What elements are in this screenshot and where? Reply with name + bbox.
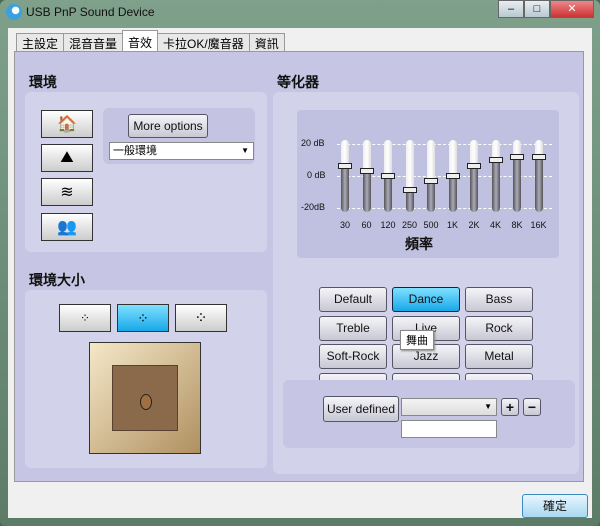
eq-slider-fill	[534, 156, 543, 212]
size-small-button[interactable]: ⁘	[59, 304, 111, 332]
eq-slider-fill	[362, 171, 371, 212]
eq-slider-fill	[448, 176, 457, 212]
eq-slider-fill	[341, 166, 349, 212]
tab-main-settings[interactable]: 主設定	[16, 33, 65, 51]
size-medium-button[interactable]: ⁘	[117, 304, 169, 332]
eq-slider-knob[interactable]	[531, 153, 546, 160]
eq-slider-fill	[491, 160, 500, 212]
app-icon	[6, 4, 22, 20]
equalizer-heading: 等化器	[277, 74, 319, 90]
eq-slider-knob[interactable]	[424, 177, 438, 184]
preset-dance-button[interactable]: Dance	[392, 287, 460, 312]
eq-slider-fill	[470, 166, 478, 212]
more-options-button[interactable]: More options	[128, 114, 208, 138]
environment-select[interactable]: 一般環境 ▼	[109, 142, 254, 160]
eq-slider-fill	[513, 156, 521, 212]
room-floor	[112, 365, 178, 431]
window: USB PnP Sound Device – □ ✕ 主設定 混音音量 音效 卡…	[0, 0, 600, 526]
frequency-tick-label: 120	[380, 220, 396, 230]
eq-slider-knob[interactable]	[381, 173, 395, 179]
tooltip: 舞曲	[400, 330, 434, 350]
eq-slider-knob[interactable]	[510, 153, 524, 160]
close-button[interactable]: ✕	[550, 0, 594, 18]
eq-slider-knob[interactable]	[402, 187, 417, 194]
tab-bar: 主設定 混音音量 音效 卡拉OK/魔音器 資訊	[16, 30, 285, 51]
frequency-tick-label: 8K	[511, 220, 523, 230]
eq-slider-knob[interactable]	[467, 163, 481, 170]
frequency-tick-label: 500	[423, 220, 439, 230]
eq-slider-fill	[384, 176, 392, 212]
ok-button[interactable]: 確定	[522, 494, 588, 518]
minimize-button[interactable]: –	[498, 0, 524, 18]
preset-rock-button[interactable]: Rock	[465, 315, 533, 341]
tab-info[interactable]: 資訊	[248, 33, 285, 51]
db-label-zero: 0	[307, 170, 313, 180]
preset-metal-button[interactable]: Metal	[465, 344, 533, 369]
frequency-tick-label: 250	[401, 220, 418, 230]
equalizer-panel: 20 dB 0 dB -20dB 頻率 30 60 120 250 500 1K 2K 4K 8…	[297, 110, 559, 258]
eq-slider-fill	[427, 180, 435, 212]
size-large-button[interactable]: ⁘	[175, 304, 227, 332]
maximize-button[interactable]: □	[524, 0, 550, 18]
tab-effects[interactable]: 音效	[122, 30, 159, 51]
preset-bass-button[interactable]: Bass	[465, 287, 533, 312]
effects-page: 環境 🏠 ⛰ ≋ 👥 More options 一般環境 ▼ 環境大小 ⁘ ⁘ ⁘…	[14, 51, 584, 482]
room-people-icon[interactable]: 👥	[41, 213, 93, 241]
eq-slider-knob[interactable]	[445, 173, 460, 179]
preset-default-button[interactable]: Default	[319, 287, 387, 312]
house-icon[interactable]: 🏠	[41, 110, 93, 138]
opera-house-icon[interactable]: ⛰	[41, 144, 93, 172]
db-unit: dB	[313, 138, 325, 148]
frequency-tick-label: 1K	[446, 220, 458, 230]
user-preset-select[interactable]: ▼	[401, 398, 497, 416]
eq-slider-knob[interactable]	[338, 163, 352, 170]
environment-select-value: 一般環境	[113, 145, 157, 157]
preset-soft-rock-button[interactable]: Soft-Rock	[319, 344, 387, 369]
eq-slider-knob[interactable]	[359, 168, 374, 175]
room-preview	[89, 342, 201, 454]
preset-name-input[interactable]	[401, 420, 497, 438]
eq-slider-fill	[405, 190, 414, 212]
tab-mixer[interactable]: 混音音量	[63, 33, 124, 51]
underwater-icon[interactable]: ≋	[41, 178, 93, 206]
frequency-tick-label: 60	[361, 220, 372, 230]
db-label-max: 20	[301, 138, 312, 148]
db-label-min: -20	[301, 202, 315, 212]
frequency-tick-label: 30	[339, 220, 350, 230]
frequency-tick-label: 4K	[489, 220, 501, 230]
db-unit: dB	[314, 170, 326, 180]
tab-karaoke[interactable]: 卡拉OK/魔音器	[157, 33, 250, 51]
environment-size-heading: 環境大小	[29, 272, 85, 288]
db-unit: dB	[314, 202, 326, 212]
client-area: 主設定 混音音量 音效 卡拉OK/魔音器 資訊 環境 🏠 ⛰ ≋ 👥 More …	[8, 28, 592, 518]
frequency-tick-label: 2K	[468, 220, 480, 230]
frequency-label: 頻率	[405, 236, 433, 252]
remove-preset-button[interactable]: −	[523, 398, 541, 416]
frequency-tick-label: 16K	[530, 220, 547, 230]
chevron-down-icon: ▼	[241, 146, 249, 155]
preset-treble-button[interactable]: Treble	[319, 315, 387, 341]
chevron-down-icon: ▼	[484, 402, 492, 411]
eq-slider-knob[interactable]	[488, 157, 503, 163]
listener-icon	[140, 394, 152, 410]
window-title: USB PnP Sound Device	[26, 5, 155, 19]
environment-heading: 環境	[29, 74, 57, 90]
user-defined-button[interactable]: User defined	[323, 396, 399, 422]
add-preset-button[interactable]: +	[501, 398, 519, 416]
